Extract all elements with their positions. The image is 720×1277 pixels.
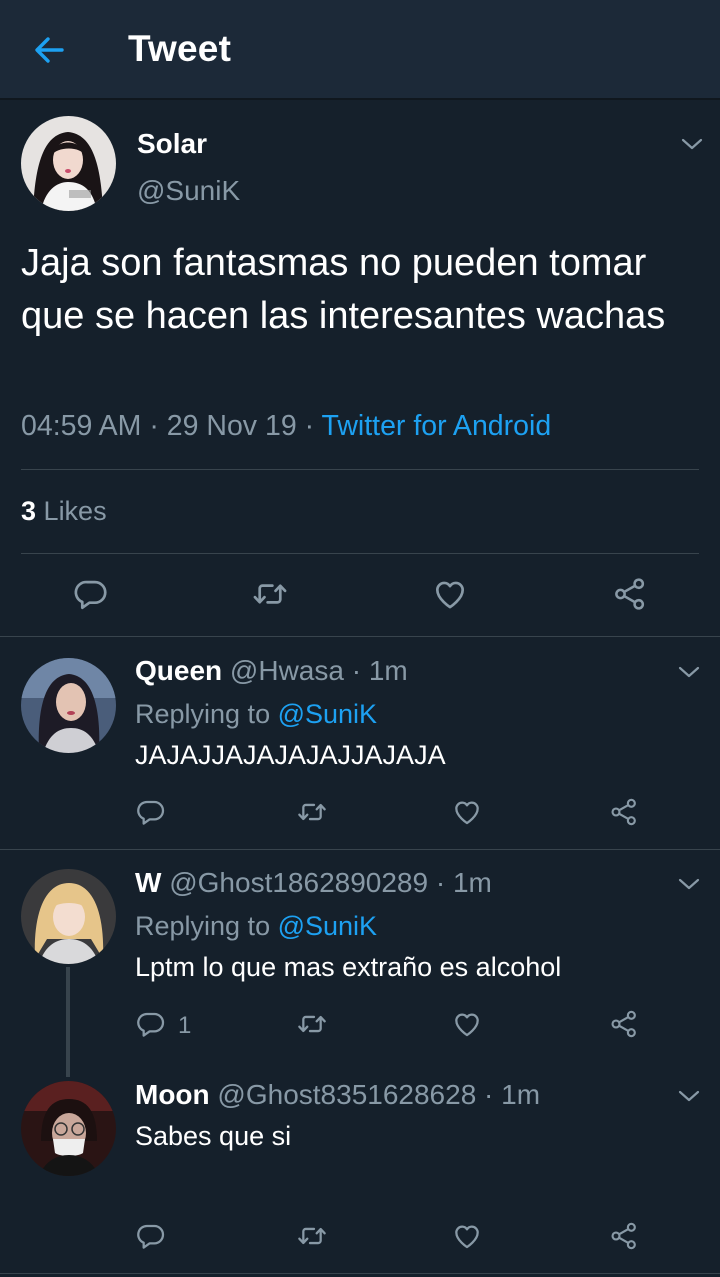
reply-count: 1 bbox=[178, 1012, 192, 1039]
replying-to-prefix: Replying to bbox=[135, 911, 278, 941]
page-title: Tweet bbox=[128, 28, 232, 69]
chevron-down-icon[interactable] bbox=[676, 1087, 702, 1105]
avatar-image bbox=[21, 1081, 116, 1176]
replying-to-prefix: Replying to bbox=[135, 699, 278, 729]
likes-label: Likes bbox=[43, 496, 107, 526]
chevron-down-icon[interactable] bbox=[679, 135, 705, 153]
reply-header: W @Ghost1862890289 · 1m bbox=[135, 867, 492, 899]
like-icon[interactable] bbox=[451, 1008, 483, 1040]
chevron-down-icon[interactable] bbox=[676, 663, 702, 681]
reply-time: 1m bbox=[368, 655, 408, 686]
reply-separator: · bbox=[343, 655, 369, 686]
arrow-left-icon bbox=[35, 37, 64, 63]
reply-author-handle[interactable]: @Hwasa bbox=[230, 655, 344, 686]
chevron-down-icon[interactable] bbox=[676, 875, 702, 893]
author-handle[interactable]: @SuniK bbox=[137, 175, 240, 207]
reply-text: JAJAJJAJAJAJAJJAJAJA bbox=[135, 740, 446, 770]
like-icon[interactable] bbox=[451, 1220, 483, 1252]
reply-icon[interactable] bbox=[135, 1220, 167, 1252]
reply-separator: · bbox=[476, 1079, 502, 1110]
top-app-bar: Tweet bbox=[0, 0, 720, 100]
reply-author-handle[interactable]: @Ghost8351628628 bbox=[217, 1079, 476, 1110]
reply-author-name[interactable]: W bbox=[135, 867, 161, 898]
avatar-image bbox=[21, 869, 116, 964]
divider bbox=[0, 1273, 720, 1274]
avatar[interactable] bbox=[21, 1081, 116, 1176]
avatar[interactable] bbox=[21, 658, 116, 753]
tweet-meta: 04:59 AM · 29 Nov 19 · Twitter for Andro… bbox=[21, 410, 551, 443]
avatar-image bbox=[21, 116, 116, 211]
reply-header: Moon @Ghost8351628628 · 1m bbox=[135, 1079, 540, 1111]
reply-icon[interactable] bbox=[135, 796, 167, 828]
retweet-icon[interactable] bbox=[251, 575, 289, 613]
like-icon[interactable] bbox=[451, 796, 483, 828]
thread-connector bbox=[66, 967, 70, 1077]
divider bbox=[21, 553, 699, 554]
reply-author-name[interactable]: Moon bbox=[135, 1079, 210, 1110]
retweet-icon[interactable] bbox=[296, 1220, 328, 1252]
replying-to-mention[interactable]: @SuniK bbox=[278, 699, 377, 729]
divider bbox=[0, 849, 720, 850]
author-name[interactable]: Solar bbox=[137, 128, 207, 160]
avatar[interactable] bbox=[21, 869, 116, 964]
reply-separator: · bbox=[428, 867, 453, 898]
share-icon[interactable] bbox=[608, 1008, 640, 1040]
avatar-image bbox=[21, 658, 116, 753]
reply-author-name[interactable]: Queen bbox=[135, 655, 222, 686]
share-icon[interactable] bbox=[608, 1220, 640, 1252]
replying-to: Replying to @SuniK bbox=[135, 699, 377, 730]
back-button[interactable] bbox=[30, 32, 68, 68]
tweet-source-link[interactable]: Twitter for Android bbox=[321, 410, 551, 442]
tweet-date: 29 Nov 19 bbox=[166, 410, 297, 442]
retweet-icon[interactable] bbox=[296, 1008, 328, 1040]
reply-icon[interactable] bbox=[135, 1008, 167, 1040]
replying-to-mention[interactable]: @SuniK bbox=[278, 911, 377, 941]
reply-text: Sabes que si bbox=[135, 1121, 292, 1151]
likes-count: 3 bbox=[21, 496, 37, 526]
share-icon[interactable] bbox=[611, 575, 649, 613]
reply-header: Queen @Hwasa · 1m bbox=[135, 655, 408, 687]
avatar[interactable] bbox=[21, 116, 116, 211]
divider bbox=[0, 636, 720, 637]
likes-summary[interactable]: 3 Likes bbox=[21, 496, 107, 527]
share-icon[interactable] bbox=[608, 796, 640, 828]
replying-to: Replying to @SuniK bbox=[135, 911, 377, 942]
divider bbox=[21, 469, 699, 470]
meta-separator: · bbox=[296, 410, 322, 442]
tweet-time: 04:59 AM bbox=[21, 410, 142, 442]
tweet-text: Jaja son fantasmas no pueden tomar que s… bbox=[21, 242, 666, 337]
like-icon[interactable] bbox=[431, 575, 469, 613]
retweet-icon[interactable] bbox=[296, 796, 328, 828]
reply-text: Lptm lo que mas extraño es alcohol bbox=[135, 952, 562, 982]
reply-icon[interactable] bbox=[72, 575, 110, 613]
reply-time: 1m bbox=[501, 1079, 541, 1110]
reply-author-handle[interactable]: @Ghost1862890289 bbox=[169, 867, 428, 898]
meta-separator: · bbox=[141, 410, 167, 442]
reply-time: 1m bbox=[452, 867, 492, 898]
